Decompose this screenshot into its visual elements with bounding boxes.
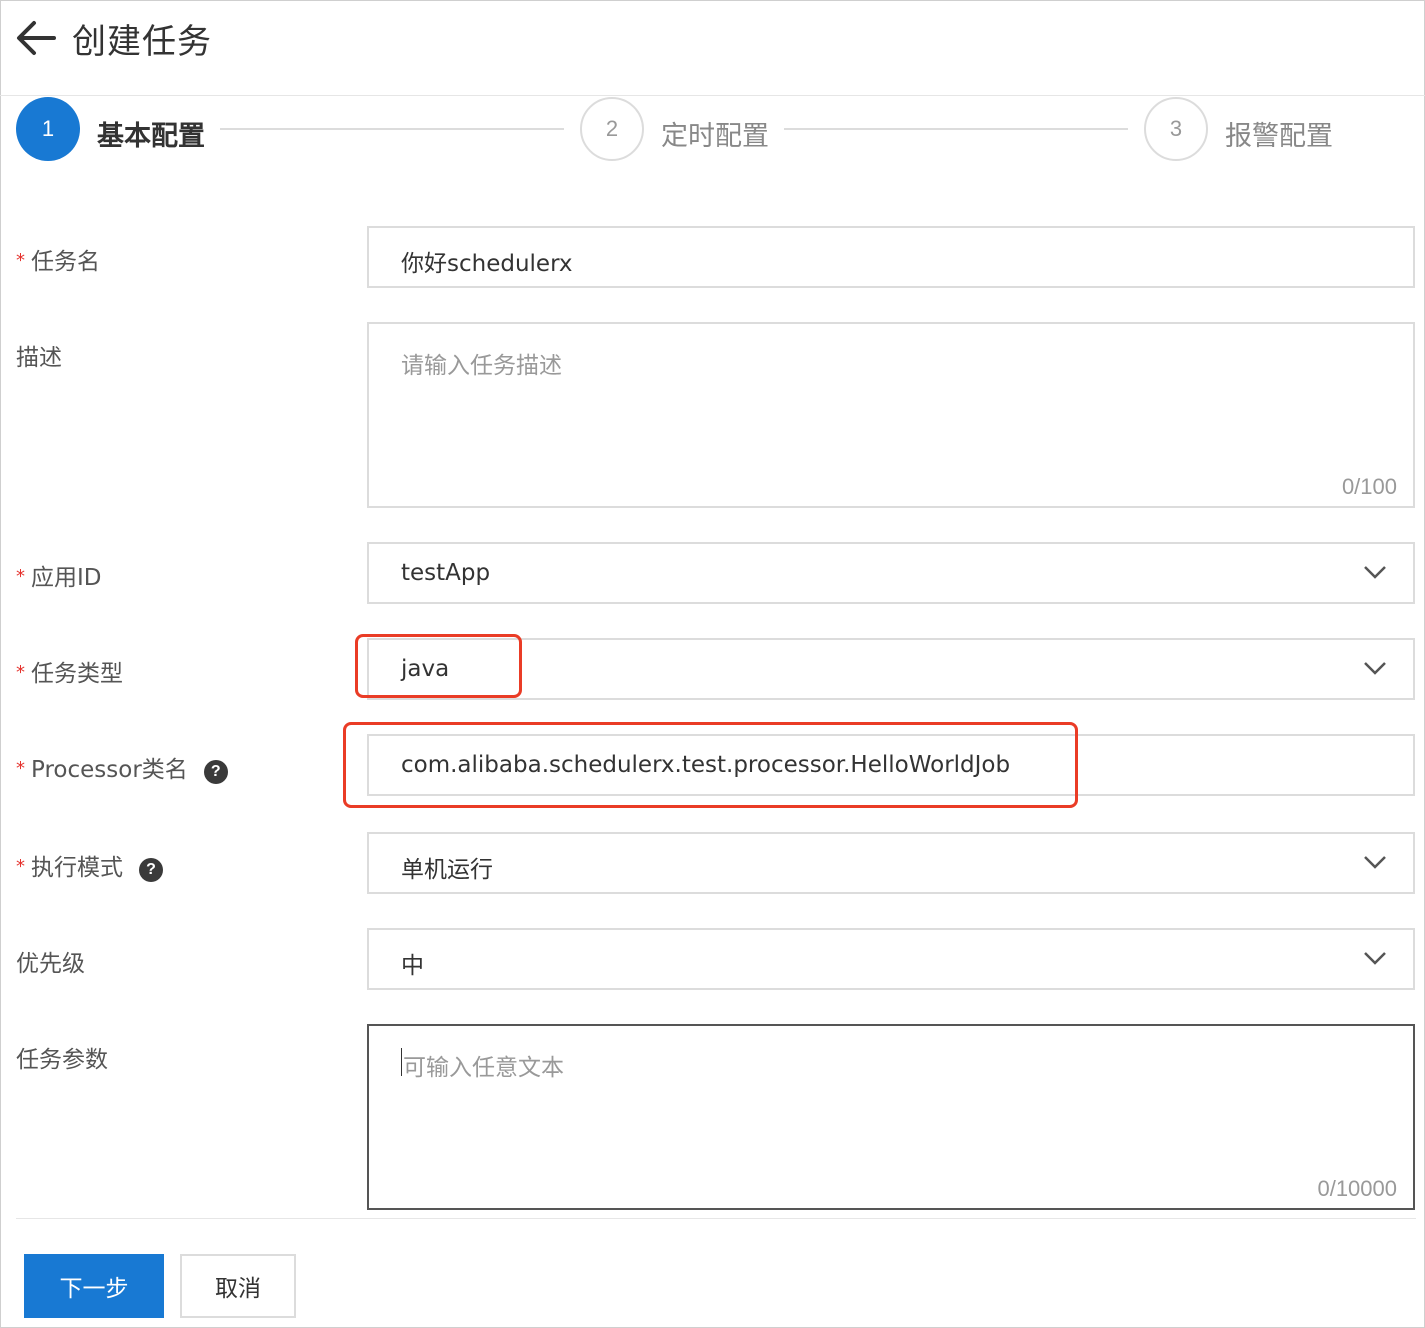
arrow-left-icon bbox=[17, 21, 56, 55]
required-mark: * bbox=[16, 566, 25, 587]
step-3-label: 报警配置 bbox=[1225, 121, 1333, 152]
chevron-down-icon bbox=[1364, 952, 1386, 965]
description-counter: 0/100 bbox=[1341, 474, 1397, 499]
page-header: 创建任务 bbox=[0, 0, 1425, 96]
step-2-circle: 2 bbox=[580, 97, 644, 161]
required-mark: * bbox=[16, 758, 25, 779]
app-id-label: * 应用ID bbox=[16, 565, 102, 591]
exec-mode-value: 单机运行 bbox=[401, 857, 493, 883]
step-3-circle: 3 bbox=[1144, 97, 1208, 161]
page-title: 创建任务 bbox=[72, 22, 212, 62]
params-placeholder: 可输入任意文本 bbox=[403, 1055, 564, 1081]
footer-divider bbox=[16, 1218, 1416, 1219]
description-textarea[interactable]: 请输入任务描述 0/100 bbox=[367, 322, 1415, 508]
task-type-label: * 任务类型 bbox=[16, 661, 123, 687]
chevron-down-icon bbox=[1364, 856, 1386, 869]
params-label: 任务参数 bbox=[16, 1047, 108, 1073]
exec-mode-select[interactable]: 单机运行 bbox=[367, 832, 1415, 894]
chevron-down-icon bbox=[1364, 566, 1386, 579]
cancel-button[interactable]: 取消 bbox=[180, 1254, 296, 1318]
params-counter: 0/10000 bbox=[1317, 1176, 1397, 1201]
params-textarea[interactable]: 可输入任意文本 0/10000 bbox=[367, 1024, 1415, 1210]
app-id-select[interactable]: testApp bbox=[367, 542, 1415, 604]
task-type-select[interactable]: java bbox=[367, 638, 1415, 700]
task-name-input[interactable]: 你好schedulerx bbox=[367, 226, 1415, 288]
description-label: 描述 bbox=[16, 345, 62, 371]
next-step-button[interactable]: 下一步 bbox=[24, 1254, 164, 1318]
app-id-value: testApp bbox=[401, 560, 491, 586]
processor-input[interactable]: com.alibaba.schedulerx.test.processor.He… bbox=[367, 734, 1415, 796]
task-type-value: java bbox=[401, 656, 450, 682]
required-mark: * bbox=[16, 250, 25, 271]
exec-mode-label: * 执行模式? bbox=[16, 848, 163, 882]
step-2-label: 定时配置 bbox=[661, 121, 769, 152]
processor-value: com.alibaba.schedulerx.test.processor.He… bbox=[401, 752, 1011, 778]
help-icon[interactable]: ? bbox=[203, 760, 228, 784]
step-1-label: 基本配置 bbox=[97, 121, 205, 152]
step-connector bbox=[784, 128, 1128, 130]
priority-label: 优先级 bbox=[16, 951, 85, 977]
help-icon[interactable]: ? bbox=[139, 858, 163, 882]
step-1-circle: 1 bbox=[16, 97, 80, 161]
chevron-down-icon bbox=[1364, 662, 1386, 675]
required-mark: * bbox=[16, 856, 25, 877]
text-cursor bbox=[401, 1048, 402, 1076]
description-placeholder: 请输入任务描述 bbox=[401, 353, 562, 379]
required-mark: * bbox=[16, 662, 25, 683]
priority-select[interactable]: 中 bbox=[367, 928, 1415, 990]
step-connector bbox=[220, 128, 564, 130]
priority-value: 中 bbox=[401, 953, 424, 979]
back-button[interactable] bbox=[14, 18, 58, 58]
task-name-value: 你好schedulerx bbox=[401, 251, 573, 277]
task-name-label: * 任务名 bbox=[16, 249, 100, 275]
processor-label: * Processor类名? bbox=[16, 750, 228, 784]
